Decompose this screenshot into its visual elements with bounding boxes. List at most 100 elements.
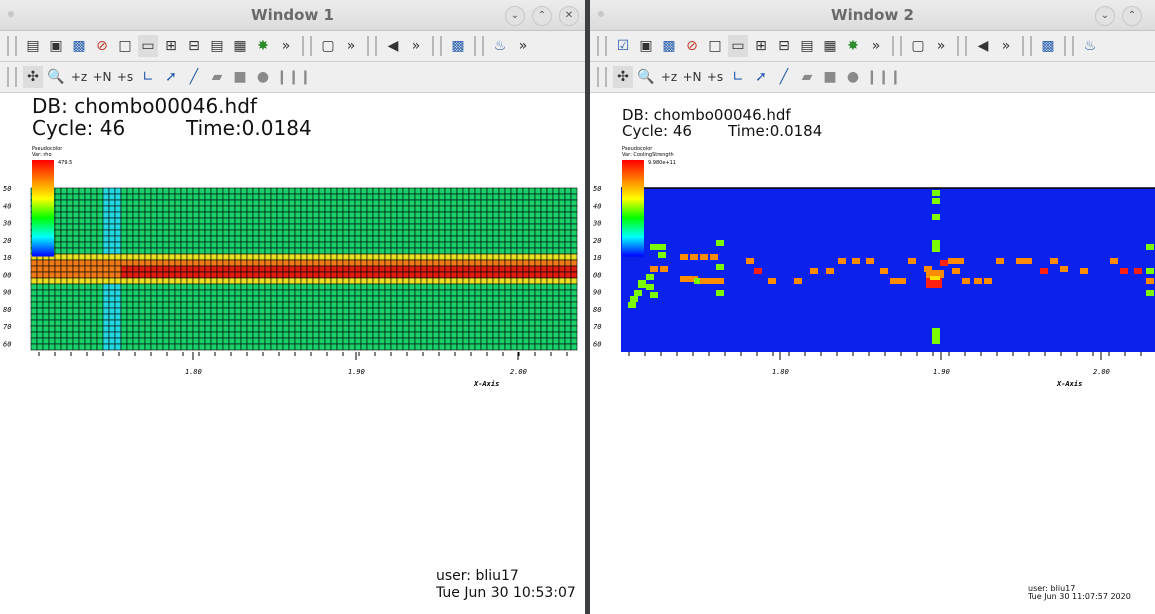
toolbar-grip[interactable] (597, 67, 607, 87)
x-axis-label: X-Axis (1056, 380, 1082, 388)
more-icon[interactable]: » (996, 35, 1016, 57)
prev-frame-icon[interactable]: ◀ (973, 35, 993, 57)
maximize-button[interactable]: ⌃ (532, 6, 552, 26)
lineout-n-icon[interactable]: +N (92, 66, 112, 88)
window-2-titlebar[interactable]: Window 2 ⌄ ⌃ (590, 0, 1155, 31)
toolbar-grip[interactable] (1022, 36, 1032, 56)
navigate-icon[interactable]: ✣ (613, 66, 633, 88)
plot-icon[interactable]: ▩ (448, 35, 468, 57)
y-tick-label: 10 (593, 254, 601, 262)
cube-tool-icon[interactable]: ■ (230, 66, 250, 88)
plot-icon[interactable]: ▩ (1038, 35, 1058, 57)
more-icon[interactable]: » (513, 35, 533, 57)
toolbar-grip[interactable] (597, 36, 607, 56)
3d-view-icon[interactable]: ▢ (318, 35, 338, 57)
3d-view-icon[interactable]: ▢ (908, 35, 928, 57)
toolbar-grip[interactable] (474, 36, 484, 56)
pick-icon[interactable]: ➚ (751, 66, 771, 88)
pseudocolor-plot-1[interactable]: PseudocolorVar: rho479.55040302010009080… (0, 94, 585, 614)
toolbar-grip[interactable] (7, 67, 17, 87)
toolbar-grip[interactable] (892, 36, 902, 56)
more-icon[interactable]: » (406, 35, 426, 57)
date-label: Tue Jun 30 10:53:07 (436, 585, 576, 601)
layout-1x1-icon[interactable]: □ (705, 35, 725, 57)
more-icon[interactable]: » (866, 35, 886, 57)
window-1-toolbar-main: ▤ ▣ ▩ ⊘ □ ▭ ⊞ ⊟ ▤ ▦ ✸ » ▢ » ◀ » ▩ ♨ » (0, 31, 585, 62)
more-icon[interactable]: » (931, 35, 951, 57)
y-tick-label: 80 (3, 306, 11, 314)
sphere-tool-icon[interactable]: ● (843, 66, 863, 88)
line-icon[interactable]: ╱ (184, 66, 204, 88)
sliders-icon[interactable]: ❙❙❙ (276, 66, 311, 88)
delete-window-icon[interactable]: ⊘ (92, 35, 112, 57)
pick-icon[interactable]: ➚ (161, 66, 181, 88)
date-label: Tue Jun 30 11:07:57 2020 (1028, 592, 1131, 601)
lock-view-icon[interactable]: ✸ (843, 35, 863, 57)
zoom-icon[interactable]: 🔍 (636, 66, 656, 88)
y-tick-label: 30 (592, 220, 601, 228)
toolbar-grip[interactable] (432, 36, 442, 56)
lineout-n-icon[interactable]: +N (682, 66, 702, 88)
legend-var: Var: rho (32, 152, 52, 158)
visualization-canvas-2[interactable]: DB: chombo00046.hdf Cycle: 46 Time:0.018… (590, 94, 1155, 614)
visualization-canvas-1[interactable]: DB: chombo00046.hdf Cycle: 46 Time:0.018… (0, 94, 585, 614)
toolbar-grip[interactable] (1064, 36, 1074, 56)
minimize-button[interactable]: ⌄ (1095, 6, 1115, 26)
window-icon[interactable]: ☑ (613, 35, 633, 57)
x-axis-label: X-Axis (473, 380, 499, 388)
curve-icon[interactable]: ∟ (138, 66, 158, 88)
layout-1x1-icon[interactable]: □ (115, 35, 135, 57)
lineout-z-icon[interactable]: +z (69, 66, 89, 88)
toolbar-grip[interactable] (957, 36, 967, 56)
more-icon[interactable]: » (341, 35, 361, 57)
window-2-toolbar-main: ☑ ▣ ▩ ⊘ □ ▭ ⊞ ⊟ ▤ ▦ ✸ » ▢ » ◀ » ▩ ♨ (590, 31, 1155, 62)
cube-tool-icon[interactable]: ■ (820, 66, 840, 88)
toolbar-grip[interactable] (302, 36, 312, 56)
x-tick-label: 1.80 (185, 368, 202, 376)
layout-2x2-icon[interactable]: ⊞ (751, 35, 771, 57)
y-tick-label: 90 (593, 289, 601, 297)
close-button[interactable]: ✕ (559, 6, 579, 26)
python-icon[interactable]: ♨ (490, 35, 510, 57)
copy-window-icon[interactable]: ▩ (69, 35, 89, 57)
layout-2x2-icon[interactable]: ⊞ (161, 35, 181, 57)
more-icon[interactable]: » (276, 35, 296, 57)
layout-3x3-icon[interactable]: ▤ (207, 35, 227, 57)
window-icon[interactable]: ▤ (23, 35, 43, 57)
sliders-icon[interactable]: ❙❙❙ (866, 66, 901, 88)
python-icon[interactable]: ♨ (1080, 35, 1100, 57)
window-1-toolbar-tools: ✣ 🔍 +z +N +s ∟ ➚ ╱ ▰ ■ ● ❙❙❙ (0, 62, 585, 93)
y-tick-label: 80 (593, 306, 601, 314)
sphere-tool-icon[interactable]: ● (253, 66, 273, 88)
box-tool-icon[interactable]: ▰ (797, 66, 817, 88)
lineout-z-icon[interactable]: +z (659, 66, 679, 88)
pseudocolor-plot-2[interactable]: PseudocolorVar: CoolingStrength9.980e+11… (590, 94, 1155, 614)
y-tick-label: 00 (593, 271, 601, 279)
copy-window-icon[interactable]: ▩ (659, 35, 679, 57)
new-window-icon[interactable]: ▣ (636, 35, 656, 57)
lineout-s-icon[interactable]: +s (115, 66, 135, 88)
toolbar-grip[interactable] (7, 36, 17, 56)
layout-2x3-icon[interactable]: ⊟ (184, 35, 204, 57)
lock-view-icon[interactable]: ✸ (253, 35, 273, 57)
toolbar-grip[interactable] (367, 36, 377, 56)
curve-icon[interactable]: ∟ (728, 66, 748, 88)
maximize-button[interactable]: ⌃ (1122, 6, 1142, 26)
window-1-titlebar[interactable]: Window 1 ⌄ ⌃ ✕ (0, 0, 585, 31)
lineout-s-icon[interactable]: +s (705, 66, 725, 88)
legend-var: Var: CoolingStrength (622, 152, 674, 158)
prev-frame-icon[interactable]: ◀ (383, 35, 403, 57)
layout-4x4-icon[interactable]: ▦ (230, 35, 250, 57)
layout-4x4-icon[interactable]: ▦ (820, 35, 840, 57)
delete-window-icon[interactable]: ⊘ (682, 35, 702, 57)
minimize-button[interactable]: ⌄ (505, 6, 525, 26)
navigate-icon[interactable]: ✣ (23, 66, 43, 88)
box-tool-icon[interactable]: ▰ (207, 66, 227, 88)
layout-1x2-icon[interactable]: ▭ (138, 35, 158, 57)
new-window-icon[interactable]: ▣ (46, 35, 66, 57)
layout-2x3-icon[interactable]: ⊟ (774, 35, 794, 57)
zoom-icon[interactable]: 🔍 (46, 66, 66, 88)
layout-3x3-icon[interactable]: ▤ (797, 35, 817, 57)
layout-1x2-icon[interactable]: ▭ (728, 35, 748, 57)
line-icon[interactable]: ╱ (774, 66, 794, 88)
